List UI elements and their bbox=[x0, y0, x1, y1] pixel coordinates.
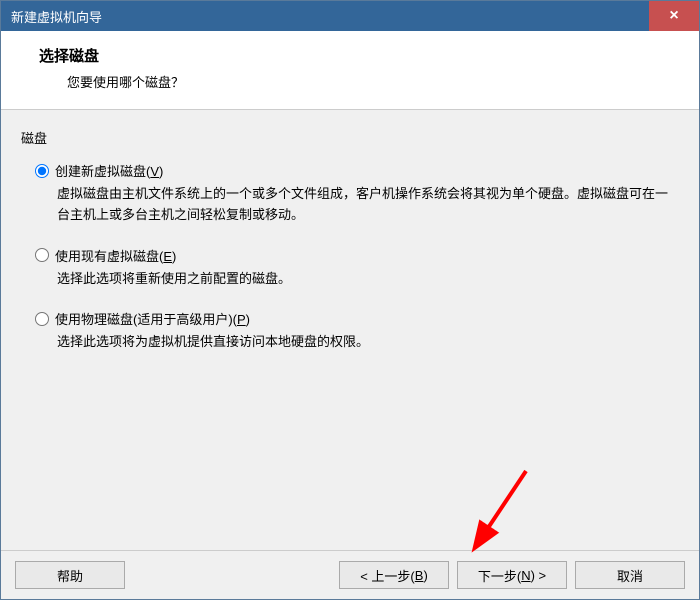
help-button[interactable]: 帮助 bbox=[15, 561, 125, 589]
content-area: 磁盘 创建新虚拟磁盘(V) 虚拟磁盘由主机文件系统上的一个或多个文件组成，客户机… bbox=[1, 110, 699, 550]
radio-label: 使用物理磁盘(适用于高级用户)(P) bbox=[55, 309, 250, 328]
radio-option-existing: 使用现有虚拟磁盘(E) 选择此选项将重新使用之前配置的磁盘。 bbox=[35, 246, 679, 290]
window-title: 新建虚拟机向导 bbox=[11, 7, 102, 26]
radio-physical[interactable]: 使用物理磁盘(适用于高级用户)(P) bbox=[35, 309, 679, 328]
group-label: 磁盘 bbox=[21, 128, 679, 147]
radio-input-create-new[interactable] bbox=[35, 164, 49, 178]
next-button[interactable]: 下一步(N) > bbox=[457, 561, 567, 589]
cancel-button[interactable]: 取消 bbox=[575, 561, 685, 589]
radio-desc: 选择此选项将重新使用之前配置的磁盘。 bbox=[35, 269, 679, 290]
radio-label: 使用现有虚拟磁盘(E) bbox=[55, 246, 176, 265]
titlebar: 新建虚拟机向导 × bbox=[1, 1, 699, 31]
back-button[interactable]: < 上一步(B) bbox=[339, 561, 449, 589]
radio-label: 创建新虚拟磁盘(V) bbox=[55, 161, 163, 180]
disk-radio-group: 创建新虚拟磁盘(V) 虚拟磁盘由主机文件系统上的一个或多个文件组成，客户机操作系… bbox=[21, 161, 679, 373]
nav-buttons: < 上一步(B) 下一步(N) > 取消 bbox=[339, 561, 685, 589]
radio-create-new[interactable]: 创建新虚拟磁盘(V) bbox=[35, 161, 679, 180]
page-title: 选择磁盘 bbox=[39, 45, 679, 66]
radio-option-create-new: 创建新虚拟磁盘(V) 虚拟磁盘由主机文件系统上的一个或多个文件组成，客户机操作系… bbox=[35, 161, 679, 226]
radio-option-physical: 使用物理磁盘(适用于高级用户)(P) 选择此选项将为虚拟机提供直接访问本地硬盘的… bbox=[35, 309, 679, 353]
page-subtitle: 您要使用哪个磁盘？ bbox=[39, 72, 679, 91]
radio-desc: 虚拟磁盘由主机文件系统上的一个或多个文件组成，客户机操作系统会将其视为单个硬盘。… bbox=[35, 184, 679, 226]
radio-existing[interactable]: 使用现有虚拟磁盘(E) bbox=[35, 246, 679, 265]
radio-input-physical[interactable] bbox=[35, 312, 49, 326]
radio-input-existing[interactable] bbox=[35, 248, 49, 262]
button-bar: 帮助 < 上一步(B) 下一步(N) > 取消 bbox=[1, 550, 699, 599]
radio-desc: 选择此选项将为虚拟机提供直接访问本地硬盘的权限。 bbox=[35, 332, 679, 353]
wizard-header: 选择磁盘 您要使用哪个磁盘？ bbox=[1, 31, 699, 110]
close-icon: × bbox=[669, 7, 678, 25]
close-button[interactable]: × bbox=[649, 1, 699, 31]
wizard-window: 新建虚拟机向导 × 选择磁盘 您要使用哪个磁盘？ 磁盘 创建新虚拟磁盘(V) 虚… bbox=[0, 0, 700, 600]
